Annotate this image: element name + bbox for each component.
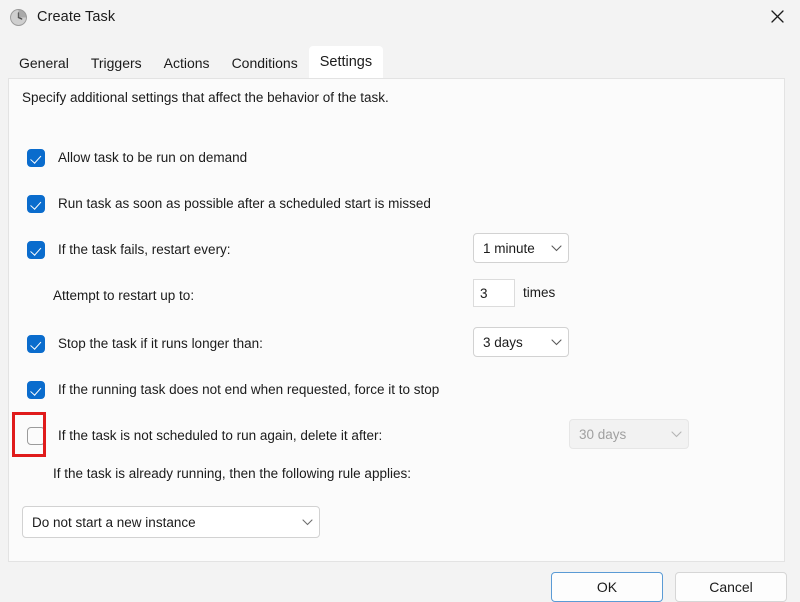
row-instance-rule-label: If the task is already running, then the… xyxy=(9,461,411,487)
chevron-down-icon xyxy=(544,244,568,252)
row-force-stop[interactable]: If the running task does not end when re… xyxy=(9,377,439,403)
restart-attempts-value: 3 xyxy=(480,285,488,301)
row-run-asap-after-missed[interactable]: Run task as soon as possible after a sch… xyxy=(9,191,431,217)
delete-after-dropdown: 30 days xyxy=(569,419,689,449)
checkbox-restart-on-failure[interactable] xyxy=(27,241,45,259)
label-stop-if-runs-longer: Stop the task if it runs longer than: xyxy=(58,336,263,351)
label-instance-rule: If the task is already running, then the… xyxy=(53,466,411,481)
checkbox-run-asap-after-missed[interactable] xyxy=(27,195,45,213)
close-icon xyxy=(770,10,784,23)
instance-rule-value: Do not start a new instance xyxy=(32,514,196,530)
row-restart-attempts: Attempt to restart up to: xyxy=(9,283,194,309)
restart-attempts-unit: times xyxy=(523,285,556,300)
instance-rule-dropdown[interactable]: Do not start a new instance xyxy=(22,506,320,538)
restart-attempts-input[interactable]: 3 xyxy=(473,279,515,307)
restart-interval-dropdown[interactable]: 1 minute xyxy=(473,233,569,263)
row-stop-if-runs-longer[interactable]: Stop the task if it runs longer than: xyxy=(9,331,263,357)
window-title: Create Task xyxy=(37,9,116,25)
stop-after-value: 3 days xyxy=(483,334,523,350)
label-restart-on-failure: If the task fails, restart every: xyxy=(58,242,231,257)
row-delete-if-not-scheduled[interactable]: If the task is not scheduled to run agai… xyxy=(9,423,382,449)
create-task-dialog: Create Task General Triggers Actions Condit… xyxy=(0,0,800,602)
close-button[interactable] xyxy=(754,0,800,33)
delete-after-value: 30 days xyxy=(579,426,627,442)
tab-settings[interactable]: Settings xyxy=(308,46,384,79)
title-bar: Create Task xyxy=(0,0,800,38)
tab-actions[interactable]: Actions xyxy=(153,49,221,79)
row-restart-on-failure[interactable]: If the task fails, restart every: xyxy=(9,237,231,263)
tab-strip: General Triggers Actions Conditions Settings xyxy=(0,46,800,79)
cancel-button[interactable]: Cancel xyxy=(675,572,787,602)
row-allow-on-demand[interactable]: Allow task to be run on demand xyxy=(9,145,247,171)
label-restart-attempts: Attempt to restart up to: xyxy=(53,288,195,303)
settings-panel: Specify additional settings that affect … xyxy=(8,78,785,562)
label-force-stop: If the running task does not end when re… xyxy=(58,382,440,397)
title-bar-left: Create Task xyxy=(9,8,115,27)
chevron-down-icon xyxy=(295,518,319,526)
tab-triggers[interactable]: Triggers xyxy=(80,49,153,79)
tab-conditions[interactable]: Conditions xyxy=(221,49,309,79)
label-run-asap-after-missed: Run task as soon as possible after a sch… xyxy=(58,196,431,211)
checkbox-stop-if-runs-longer[interactable] xyxy=(27,335,45,353)
cancel-button-label: Cancel xyxy=(709,579,753,595)
checkbox-force-stop[interactable] xyxy=(27,381,45,399)
label-delete-if-not-scheduled: If the task is not scheduled to run agai… xyxy=(58,428,383,443)
restart-interval-value: 1 minute xyxy=(483,240,535,256)
ok-button-label: OK xyxy=(596,579,618,595)
checkbox-allow-on-demand[interactable] xyxy=(27,149,45,167)
panel-description: Specify additional settings that affect … xyxy=(22,90,389,105)
clock-icon xyxy=(10,9,27,26)
chevron-down-icon xyxy=(544,338,568,346)
tab-general[interactable]: General xyxy=(8,49,80,79)
label-allow-on-demand: Allow task to be run on demand xyxy=(58,150,248,165)
checkbox-delete-if-not-scheduled[interactable] xyxy=(27,427,45,445)
ok-button[interactable]: OK xyxy=(551,572,663,602)
stop-after-dropdown[interactable]: 3 days xyxy=(473,327,569,357)
chevron-down-icon xyxy=(664,430,688,438)
